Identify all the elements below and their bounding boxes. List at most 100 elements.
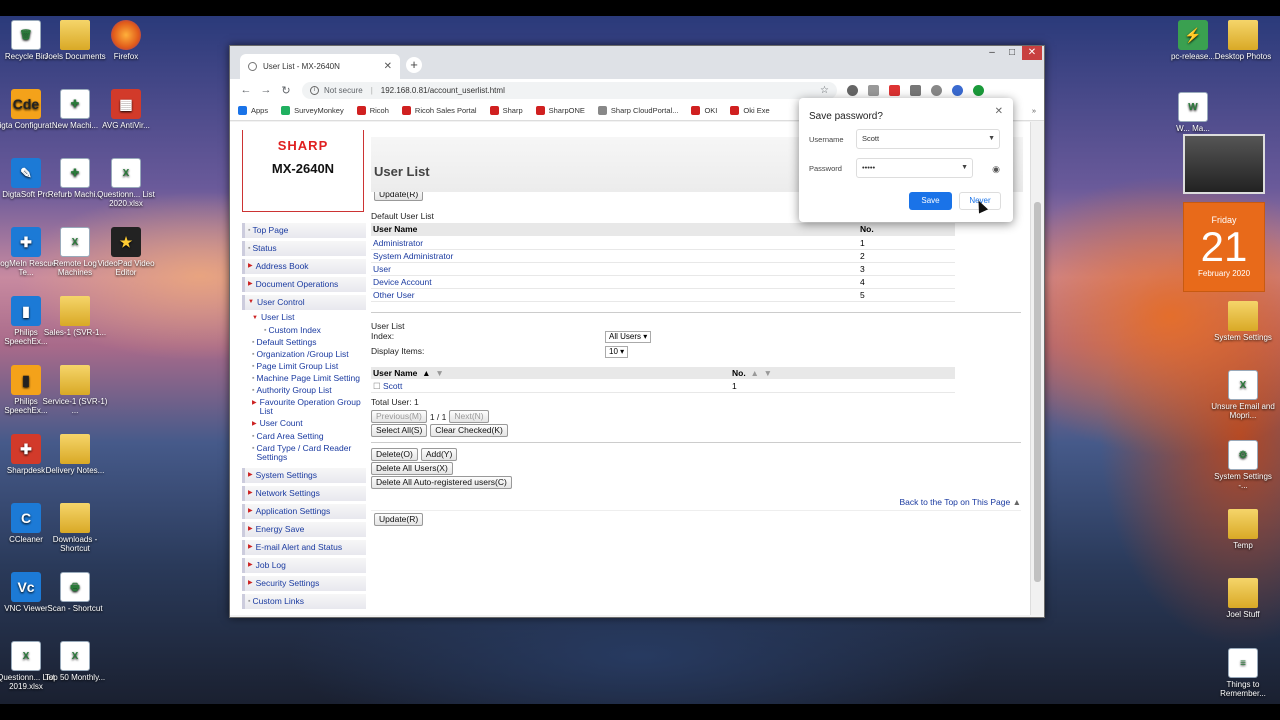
sort-desc-icon[interactable]: ▼ bbox=[435, 368, 443, 378]
nav-item-user-control[interactable]: ▼ User Control bbox=[242, 295, 366, 310]
nav-item-organization-group-list[interactable]: ▪ Organization /Group List bbox=[242, 350, 366, 359]
scrollbar-thumb[interactable] bbox=[1034, 202, 1041, 582]
desktop-icon[interactable]: Delivery Notes... bbox=[42, 434, 108, 475]
desktop-icon[interactable]: X Unsure Email and Mopri... bbox=[1210, 370, 1276, 420]
nav-item-card-area-setting[interactable]: ▪ Card Area Setting bbox=[242, 432, 366, 441]
desktop-icon[interactable]: X Questionn... List 2020.xlsx bbox=[93, 158, 159, 208]
bookmark-item[interactable]: Apps bbox=[238, 106, 268, 115]
save-button[interactable]: Save bbox=[909, 192, 952, 210]
maximize-button[interactable]: □ bbox=[1002, 46, 1022, 60]
bookmark-item[interactable]: Ricoh Sales Portal bbox=[401, 106, 477, 115]
nav-item-default-settings[interactable]: ▪ Default Settings bbox=[242, 338, 366, 347]
eye-icon[interactable]: ◉ bbox=[992, 164, 1000, 175]
user-name-link[interactable]: Scott bbox=[383, 381, 402, 391]
bookmark-star-icon[interactable]: ☆ bbox=[820, 85, 829, 96]
display-items-select[interactable]: 10 ▾ bbox=[605, 345, 629, 358]
address-bar[interactable]: i Not secure | 192.168.0.81/account_user… bbox=[302, 81, 837, 99]
nav-item-status[interactable]: ▪ Status bbox=[242, 241, 366, 256]
user-name-link[interactable]: Other User bbox=[371, 288, 858, 302]
extension-icon[interactable] bbox=[847, 84, 858, 96]
previous-button[interactable]: Previous(M) bbox=[371, 410, 427, 423]
chevron-down-icon[interactable]: ▼ bbox=[988, 130, 995, 148]
desktop-icon[interactable]: Service-1 (SVR-1) ... bbox=[42, 365, 108, 415]
browser-tab[interactable]: User List - MX-2640N ✕ bbox=[240, 54, 400, 79]
sort-asc-icon[interactable]: ▲ bbox=[750, 368, 758, 378]
clear-checked-button[interactable]: Clear Checked(K) bbox=[430, 424, 508, 437]
desktop-icon[interactable]: Joel Stuff bbox=[1210, 578, 1276, 619]
sort-desc-icon[interactable]: ▼ bbox=[764, 368, 772, 378]
desktop-icon[interactable]: Desktop Photos bbox=[1210, 20, 1276, 61]
desktop-icon[interactable]: Sales-1 (SVR-1... bbox=[42, 296, 108, 337]
more-bookmarks-icon[interactable]: » bbox=[1032, 106, 1036, 115]
nav-item-custom-index[interactable]: ▪ Custom Index bbox=[242, 326, 366, 335]
info-icon[interactable]: i bbox=[310, 85, 319, 95]
bookmark-item[interactable]: Sharp bbox=[489, 106, 523, 115]
close-icon[interactable]: ✕ bbox=[995, 106, 1003, 117]
nav-item-system-settings[interactable]: ▶ System Settings bbox=[242, 468, 366, 483]
nav-item-user-count[interactable]: ▶ User Count bbox=[242, 419, 366, 429]
nav-item-page-limit-group-list[interactable]: ▪ Page Limit Group List bbox=[242, 362, 366, 371]
chevron-down-icon[interactable]: ▼ bbox=[961, 159, 968, 177]
close-icon[interactable]: ✕ bbox=[384, 61, 392, 72]
desktop-icon[interactable]: X Top 50 Monthly... bbox=[42, 641, 108, 682]
desktop-icon[interactable]: ★ VideoPad Video Editor bbox=[93, 227, 159, 277]
desktop-icon[interactable]: Temp bbox=[1210, 509, 1276, 550]
user-name-link[interactable]: User bbox=[371, 262, 858, 276]
back-button[interactable]: ← bbox=[236, 84, 256, 96]
password-field[interactable]: ••••• ▼ bbox=[856, 158, 973, 178]
desktop-icon[interactable]: W W... Ma... bbox=[1160, 92, 1226, 133]
nav-item-authority-group-list[interactable]: ▪ Authority Group List bbox=[242, 386, 366, 395]
close-window-button[interactable]: ✕ bbox=[1022, 46, 1042, 60]
delete-all-users-button[interactable]: Delete All Users(X) bbox=[371, 462, 453, 475]
nav-item-energy-save[interactable]: ▶ Energy Save bbox=[242, 522, 366, 537]
nav-item-job-log[interactable]: ▶ Job Log bbox=[242, 558, 366, 573]
key-icon[interactable] bbox=[931, 84, 942, 96]
reload-button[interactable]: ↻ bbox=[276, 84, 296, 97]
nav-item-document-operations[interactable]: ▶ Document Operations bbox=[242, 277, 366, 292]
user-name-link[interactable]: Device Account bbox=[371, 275, 858, 289]
reading-list-icon[interactable] bbox=[910, 84, 921, 96]
bookmark-item[interactable]: Oki Exe bbox=[730, 106, 770, 115]
sort-asc-icon[interactable]: ▲ bbox=[422, 368, 430, 378]
extension-icon[interactable] bbox=[952, 84, 963, 96]
shield-icon[interactable] bbox=[889, 84, 900, 96]
new-tab-button[interactable]: + bbox=[406, 57, 422, 73]
nav-item-security-settings[interactable]: ▶ Security Settings bbox=[242, 576, 366, 591]
next-button[interactable]: Next(N) bbox=[449, 410, 489, 423]
update-button-bottom[interactable]: Update(R) bbox=[374, 513, 424, 526]
nav-item-top-page[interactable]: ▪ Top Page bbox=[242, 223, 366, 238]
delete-button[interactable]: Delete(O) bbox=[371, 448, 418, 461]
nav-item-address-book[interactable]: ▶ Address Book bbox=[242, 259, 366, 274]
desktop-icon[interactable]: Downloads - Shortcut bbox=[42, 503, 108, 553]
back-to-top-link[interactable]: Back to the Top on This Page ▲ bbox=[371, 497, 1021, 507]
nav-item-e-mail-alert-and-status[interactable]: ▶ E-mail Alert and Status bbox=[242, 540, 366, 555]
add-button[interactable]: Add(Y) bbox=[420, 448, 458, 461]
nav-item-favourite-operation-group-list[interactable]: ▶ Favourite Operation Group List bbox=[242, 398, 366, 416]
bookmark-item[interactable]: Sharp CloudPortal... bbox=[597, 106, 678, 115]
nav-item-network-settings[interactable]: ▶ Network Settings bbox=[242, 486, 366, 501]
nav-item-user-list[interactable]: ▼ User List bbox=[242, 313, 366, 323]
desktop-icon[interactable]: ⚙ System Settings -... bbox=[1210, 440, 1276, 490]
desktop-icon[interactable]: 🖶 Scan - Shortcut bbox=[42, 572, 108, 613]
forward-button[interactable]: → bbox=[256, 84, 276, 96]
delete-auto-registered-button[interactable]: Delete All Auto-registered users(C) bbox=[371, 476, 512, 489]
desktop-icon[interactable]: ≡ Things to Remember... bbox=[1210, 648, 1276, 698]
index-select[interactable]: All Users ▾ bbox=[605, 330, 652, 343]
bookmark-item[interactable]: SurveyMonkey bbox=[281, 106, 344, 115]
nav-item-custom-links[interactable]: ▪ Custom Links bbox=[242, 594, 366, 609]
nav-item-machine-page-limit-setting[interactable]: ▪ Machine Page Limit Setting bbox=[242, 374, 366, 383]
nav-item-application-settings[interactable]: ▶ Application Settings bbox=[242, 504, 366, 519]
username-field[interactable]: Scott ▼ bbox=[856, 129, 1000, 149]
minimize-button[interactable]: – bbox=[982, 46, 1002, 60]
desktop-icon[interactable]: ▦ AVG AntiVir... bbox=[93, 89, 159, 130]
select-all-button[interactable]: Select All(S) bbox=[371, 424, 428, 437]
bookmark-item[interactable]: Ricoh bbox=[356, 106, 389, 115]
nav-item-card-type-card-reader-settings[interactable]: ▪ Card Type / Card Reader Settings bbox=[242, 444, 366, 462]
desktop-icon[interactable]: Firefox bbox=[93, 20, 159, 61]
user-name-link[interactable]: System Administrator bbox=[371, 249, 858, 263]
bookmark-item[interactable]: SharpONE bbox=[535, 106, 585, 115]
desktop-icon[interactable]: System Settings bbox=[1210, 301, 1276, 342]
row-checkbox[interactable]: ☐ bbox=[373, 381, 383, 391]
user-name-link[interactable]: Administrator bbox=[371, 236, 858, 250]
col-user-name[interactable]: User Name ▲ ▼ bbox=[371, 366, 730, 380]
